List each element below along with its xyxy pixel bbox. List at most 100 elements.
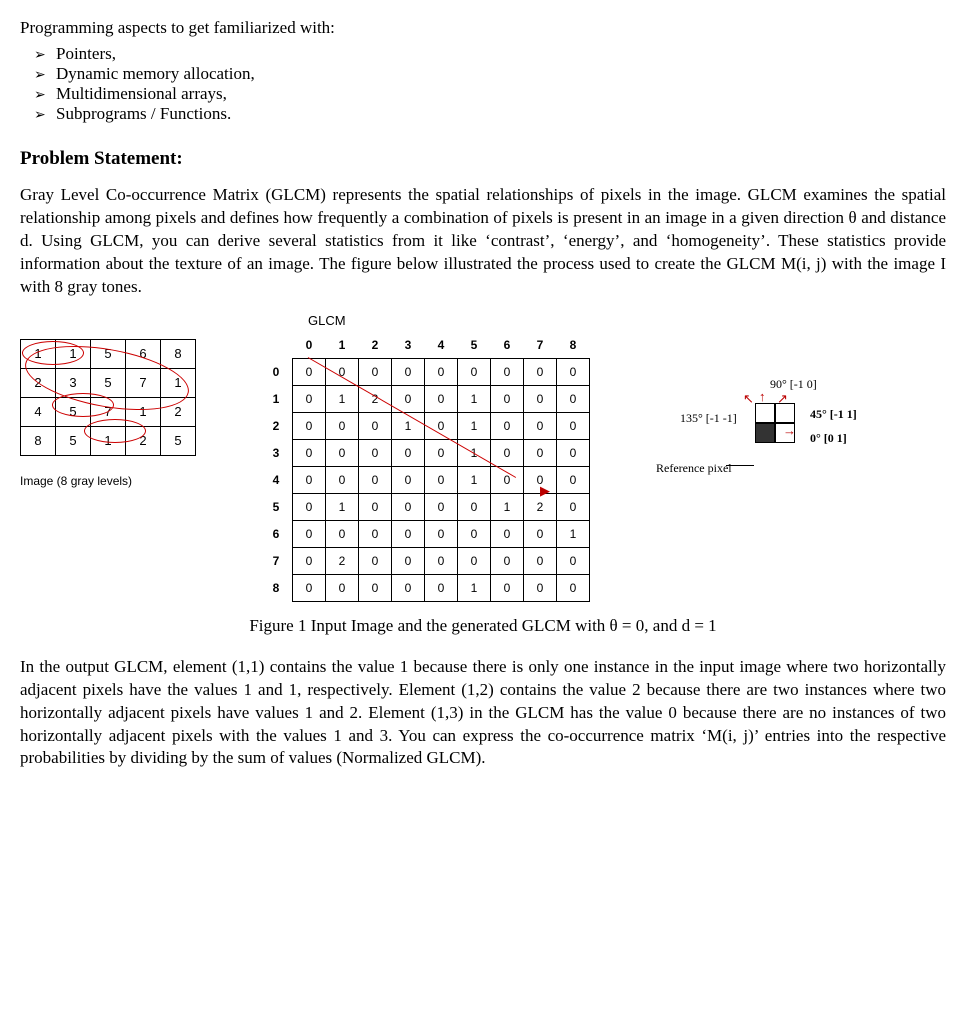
glcm-cell: 0: [458, 358, 491, 385]
glcm-cell: 0: [359, 493, 392, 520]
glcm-cell: 1: [458, 466, 491, 493]
glcm-cell: 0: [425, 520, 458, 547]
annotation-circle-icon: [84, 419, 146, 443]
glcm-col-header: 3: [392, 332, 425, 359]
glcm-col-header: 0: [293, 332, 326, 359]
dir-label-135: 135° [-1 -1]: [680, 411, 737, 426]
glcm-cell: 2: [326, 547, 359, 574]
image-caption: Image (8 gray levels): [20, 474, 220, 488]
glcm-cell: 0: [557, 439, 590, 466]
glcm-cell: 0: [524, 358, 557, 385]
glcm-cell: 0: [392, 466, 425, 493]
glcm-cell: 0: [293, 574, 326, 601]
image-cell: 5: [161, 426, 196, 455]
glcm-cell: 0: [491, 547, 524, 574]
figure-caption: Figure 1 Input Image and the generated G…: [20, 616, 946, 636]
list-item: Pointers,: [56, 44, 946, 64]
glcm-row-header: 7: [260, 547, 293, 574]
glcm-cell: 0: [491, 385, 524, 412]
section-heading: Problem Statement:: [20, 148, 946, 170]
glcm-cell: 0: [359, 358, 392, 385]
glcm-cell: 1: [458, 574, 491, 601]
glcm-row-header: 6: [260, 520, 293, 547]
glcm-cell: 0: [524, 412, 557, 439]
glcm-cell: 1: [458, 385, 491, 412]
glcm-col-header: 4: [425, 332, 458, 359]
glcm-cell: 0: [491, 412, 524, 439]
glcm-cell: 0: [359, 547, 392, 574]
glcm-row-header: 1: [260, 385, 293, 412]
glcm-cell: 0: [359, 466, 392, 493]
glcm-block: GLCM 01234567800000000001012001000200010…: [260, 313, 590, 602]
arrowhead-icon: ▶: [540, 483, 550, 499]
glcm-cell: 0: [359, 520, 392, 547]
glcm-cell: 0: [293, 466, 326, 493]
list-item: Multidimensional arrays,: [56, 84, 946, 104]
glcm-cell: 0: [392, 439, 425, 466]
glcm-cell: 0: [326, 358, 359, 385]
glcm-cell: 0: [293, 547, 326, 574]
glcm-cell: 0: [425, 385, 458, 412]
glcm-cell: 0: [491, 439, 524, 466]
glcm-col-header: 6: [491, 332, 524, 359]
glcm-col-header: 5: [458, 332, 491, 359]
glcm-cell: 0: [326, 574, 359, 601]
arrow-up-icon: ↑: [759, 389, 766, 405]
glcm-cell: 0: [293, 358, 326, 385]
glcm-row-header: 0: [260, 358, 293, 385]
dir-label-90: 90° [-1 0]: [770, 377, 817, 392]
arrow-right-icon: →: [783, 423, 796, 439]
arrow-upright-icon: ↗: [777, 391, 788, 407]
glcm-col-header: 8: [557, 332, 590, 359]
dir-label-0: 0° [0 1]: [810, 431, 847, 446]
figure-1: 11568235714571285125 Image (8 gray level…: [20, 313, 946, 602]
glcm-cell: 0: [326, 520, 359, 547]
image-cell: 4: [21, 397, 56, 426]
glcm-cell: 0: [491, 574, 524, 601]
image-matrix-block: 11568235714571285125 Image (8 gray level…: [20, 313, 220, 488]
glcm-cell: 0: [491, 466, 524, 493]
list-item: Dynamic memory allocation,: [56, 64, 946, 84]
glcm-cell: 0: [557, 466, 590, 493]
glcm-cell: 0: [557, 412, 590, 439]
glcm-cell: 0: [293, 439, 326, 466]
glcm-row-header: 2: [260, 412, 293, 439]
glcm-cell: 1: [458, 412, 491, 439]
glcm-cell: 0: [557, 358, 590, 385]
glcm-cell: 0: [524, 520, 557, 547]
image-cell: 8: [21, 426, 56, 455]
glcm-cell: 0: [557, 547, 590, 574]
glcm-cell: 0: [359, 412, 392, 439]
glcm-cell: 0: [392, 547, 425, 574]
glcm-row-header: 8: [260, 574, 293, 601]
glcm-cell: 0: [425, 466, 458, 493]
dir-label-45: 45° [-1 1]: [810, 407, 857, 422]
direction-grid-icon: ↑ ↖ ↗ →: [755, 403, 799, 447]
glcm-cell: 0: [524, 385, 557, 412]
glcm-cell: 0: [425, 493, 458, 520]
glcm-cell: 0: [524, 439, 557, 466]
glcm-row-header: 5: [260, 493, 293, 520]
glcm-cell: 0: [425, 358, 458, 385]
glcm-cell: 0: [524, 547, 557, 574]
glcm-cell: 1: [557, 520, 590, 547]
glcm-cell: 0: [557, 574, 590, 601]
glcm-cell: 0: [359, 439, 392, 466]
glcm-cell: 0: [293, 520, 326, 547]
glcm-col-header: 7: [524, 332, 557, 359]
glcm-cell: 0: [425, 547, 458, 574]
glcm-label: GLCM: [308, 313, 590, 328]
glcm-cell: 0: [458, 547, 491, 574]
glcm-cell: 0: [359, 574, 392, 601]
glcm-cell: 0: [392, 493, 425, 520]
glcm-cell: 0: [392, 520, 425, 547]
glcm-col-header: 1: [326, 332, 359, 359]
list-item: Subprograms / Functions.: [56, 104, 946, 124]
bullet-list: Pointers, Dynamic memory allocation, Mul…: [20, 44, 946, 124]
glcm-cell: 0: [524, 574, 557, 601]
image-cell: 8: [161, 339, 196, 368]
glcm-table: 0123456780000000000101200100020001010003…: [260, 332, 590, 602]
glcm-cell: 0: [392, 574, 425, 601]
intro-text: Programming aspects to get familiarized …: [20, 18, 946, 38]
paragraph-explain: In the output GLCM, element (1,1) contai…: [20, 656, 946, 771]
